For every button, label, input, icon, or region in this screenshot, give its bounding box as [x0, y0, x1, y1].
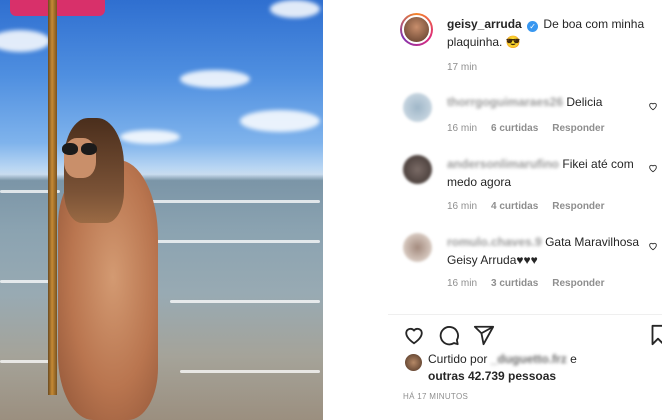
liked-by-conjunction: e	[570, 352, 577, 366]
comment-time[interactable]: 16 min	[447, 278, 477, 289]
commenter-username[interactable]: romulo.chaves.9	[447, 235, 542, 249]
photo-sunglasses	[62, 143, 98, 155]
post-photo[interactable]	[0, 0, 323, 420]
liker-username[interactable]: _duguetto.frz	[491, 352, 567, 366]
comment-likes[interactable]: 3 curtidas	[491, 278, 538, 289]
commenter-avatar[interactable]	[403, 233, 432, 262]
photo-cloud	[270, 0, 320, 18]
author-username[interactable]: geisy_arruda	[447, 17, 522, 31]
share-icon[interactable]	[473, 324, 495, 346]
photo-cloud	[120, 130, 180, 144]
photo-foam	[180, 370, 320, 373]
bookmark-icon[interactable]	[651, 324, 662, 346]
photo-cloud	[180, 70, 250, 88]
liker-avatar[interactable]	[405, 354, 422, 371]
commenter-username[interactable]: thorrgoguimaraes26	[447, 95, 563, 109]
comment-likes[interactable]: 6 curtidas	[491, 123, 538, 134]
reply-button[interactable]: Responder	[552, 201, 604, 212]
action-bar	[403, 324, 662, 346]
caption-time[interactable]: 17 min	[447, 62, 477, 73]
section-divider	[388, 314, 662, 315]
heart-icon[interactable]	[648, 101, 658, 111]
photo-cloud	[0, 30, 50, 52]
comment-text: Delicia	[566, 95, 603, 109]
photo-foam	[130, 200, 320, 203]
photo-sign	[10, 0, 105, 16]
photo-foam	[0, 280, 50, 283]
liked-by-label: Curtido por	[428, 352, 488, 366]
heart-icon[interactable]	[648, 163, 658, 173]
photo-foam	[170, 300, 320, 303]
heart-icon[interactable]	[648, 241, 658, 251]
comment-likes[interactable]: 4 curtidas	[491, 201, 538, 212]
heart-icon[interactable]	[403, 324, 425, 346]
verified-badge-icon: ✓	[527, 21, 539, 32]
commenter-avatar[interactable]	[403, 155, 432, 184]
commenter-username[interactable]: andersonlimarufino	[447, 157, 559, 171]
post-caption: geisy_arruda ✓ De boa com minha plaquinh…	[447, 15, 652, 51]
photo-foam	[0, 360, 55, 363]
photo-cloud	[240, 110, 320, 132]
reply-button[interactable]: Responder	[552, 123, 604, 134]
photo-pole	[48, 0, 57, 395]
likes-count[interactable]: outras 42.739 pessoas	[428, 369, 556, 383]
post-timestamp[interactable]: HÁ 17 MINUTOS	[403, 392, 468, 401]
comment-icon[interactable]	[438, 324, 460, 346]
comment-time[interactable]: 16 min	[447, 201, 477, 212]
commenter-avatar[interactable]	[403, 93, 432, 122]
photo-foam	[150, 240, 320, 243]
author-avatar[interactable]	[400, 13, 433, 46]
comment-time[interactable]: 16 min	[447, 123, 477, 134]
reply-button[interactable]: Responder	[552, 278, 604, 289]
